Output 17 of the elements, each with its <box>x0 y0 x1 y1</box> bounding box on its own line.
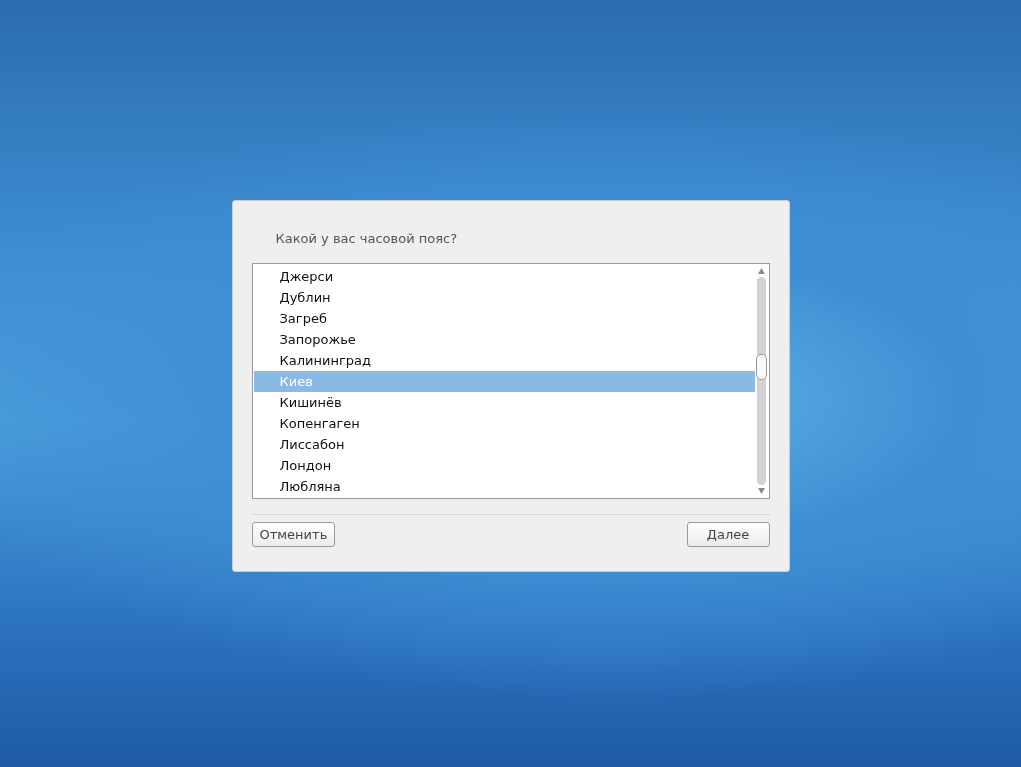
timezone-item[interactable]: Лондон <box>253 455 755 476</box>
timezone-item[interactable]: Запорожье <box>253 329 755 350</box>
timezone-item[interactable]: Лиссабон <box>253 434 755 455</box>
scroll-up-icon[interactable] <box>758 268 765 274</box>
scroll-down-icon[interactable] <box>758 488 765 494</box>
scrollbar-thumb[interactable] <box>756 354 767 380</box>
timezone-item[interactable]: Любляна <box>253 476 755 497</box>
cancel-button[interactable]: Отменить <box>251 522 336 547</box>
timezone-item[interactable]: Джерси <box>253 266 755 287</box>
timezone-item[interactable]: Копенгаген <box>253 413 755 434</box>
timezone-item[interactable]: Кишинёв <box>253 392 755 413</box>
timezone-item[interactable]: Калининград <box>253 350 755 371</box>
scrollbar-track[interactable] <box>757 277 766 485</box>
next-button[interactable]: Далее <box>686 522 770 547</box>
timezone-item[interactable]: Загреб <box>253 308 755 329</box>
timezone-item[interactable]: Дублин <box>253 287 755 308</box>
question-text: Какой у вас часовой пояс? <box>275 230 459 247</box>
